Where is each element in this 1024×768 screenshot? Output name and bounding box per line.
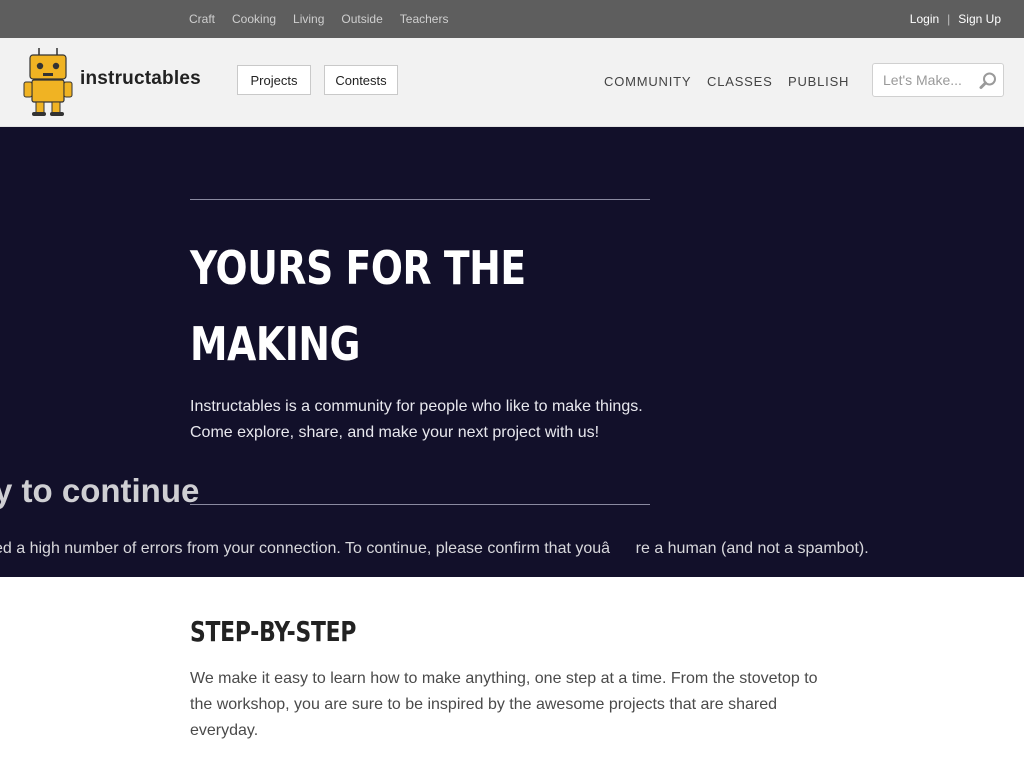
hero-heading-line-2: MAKING (190, 317, 361, 371)
search-box (872, 63, 1004, 97)
captcha-overlay-message: ed a high number of errors from your con… (0, 540, 869, 557)
nav-publish[interactable]: PUBLISH (788, 74, 849, 89)
site-header: instructables Projects Contests COMMUNIT… (0, 38, 1024, 127)
hero-description: Instructables is a community for people … (190, 398, 643, 441)
captcha-overlay-heading: y to continue (0, 472, 200, 509)
contests-button[interactable]: Contests (324, 65, 398, 95)
hero-divider-bottom (190, 504, 650, 505)
hero-banner: YOURS FOR THE MAKING Instructables is a … (0, 127, 1024, 577)
nav-classes[interactable]: CLASSES (707, 74, 773, 89)
signup-link[interactable]: Sign Up (958, 12, 1001, 26)
auth-links: Login | Sign Up (910, 0, 1001, 38)
section-description: We make it easy to learn how to make any… (190, 670, 818, 739)
category-link-outside[interactable]: Outside (341, 12, 382, 26)
category-link-teachers[interactable]: Teachers (400, 12, 449, 26)
hero-divider-top (190, 199, 650, 200)
category-link-cooking[interactable]: Cooking (232, 12, 276, 26)
robot-mascot-icon[interactable] (21, 46, 75, 118)
hero-heading: YOURS FOR THE MAKING (190, 230, 551, 382)
login-link[interactable]: Login (910, 12, 939, 26)
search-input[interactable] (873, 64, 977, 96)
nav-community[interactable]: COMMUNITY (604, 74, 691, 89)
top-category-bar: Craft Cooking Living Outside Teachers Lo… (0, 0, 1024, 38)
category-link-craft[interactable]: Craft (189, 12, 215, 26)
category-links: Craft Cooking Living Outside Teachers (0, 0, 465, 38)
section-title-step-by-step: STEP-BY-STEP (190, 615, 357, 648)
category-link-living[interactable]: Living (293, 12, 324, 26)
search-icon[interactable] (978, 71, 998, 91)
hero-heading-line-1: YOURS FOR THE (190, 241, 526, 295)
projects-button[interactable]: Projects (237, 65, 311, 95)
auth-separator: | (947, 12, 951, 26)
site-logo-text[interactable]: instructables (80, 68, 201, 90)
